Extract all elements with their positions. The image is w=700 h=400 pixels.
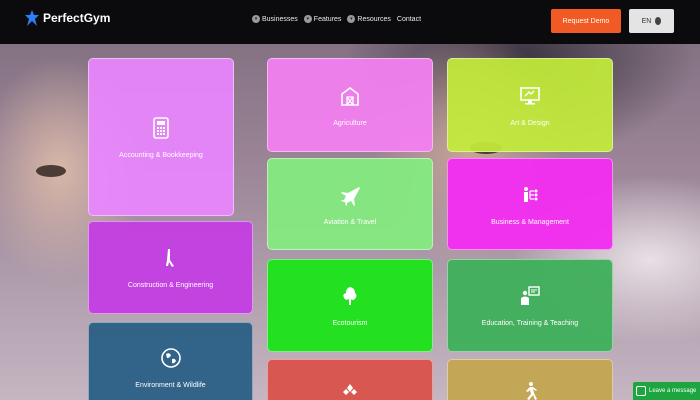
- top-navigation-bar: PerfectGym ▾ Businesses ▾ Features ▾ Res…: [0, 0, 700, 44]
- monitor-icon: [520, 86, 540, 104]
- chevron-down-icon: [655, 17, 662, 25]
- card-art-design[interactable]: Art & Design: [447, 58, 613, 152]
- runner-icon: [526, 382, 537, 400]
- card-ecotourism[interactable]: Ecotourism: [267, 259, 433, 352]
- card-label: Accounting & Bookkeeping: [119, 151, 203, 159]
- card-agriculture[interactable]: Agriculture: [267, 58, 433, 152]
- card-sports[interactable]: [447, 359, 613, 400]
- chat-bubble-icon: [636, 386, 646, 396]
- globe-icon: [160, 347, 181, 368]
- tree-icon: [343, 287, 357, 305]
- card-label: Art & Design: [510, 119, 550, 127]
- card-label: Education, Training & Teaching: [481, 320, 579, 327]
- language-selector[interactable]: EN: [629, 9, 674, 33]
- card-aviation[interactable]: Aviation & Travel: [267, 158, 433, 250]
- nav-label: Features: [313, 15, 342, 23]
- chevron-down-icon: ▾: [303, 15, 312, 23]
- card-health[interactable]: [267, 359, 433, 400]
- card-label: Business & Management: [491, 218, 569, 226]
- card-business[interactable]: Business & Management: [447, 158, 613, 250]
- nav-businesses[interactable]: ▾ Businesses: [252, 15, 298, 23]
- chevron-down-icon: ▾: [347, 15, 356, 23]
- nav-contact[interactable]: Contact: [397, 16, 421, 23]
- airplane-icon: [341, 186, 360, 206]
- barn-icon: [341, 86, 359, 106]
- card-accounting[interactable]: Accounting & Bookkeeping: [88, 58, 234, 216]
- main-nav: ▾ Businesses ▾ Features ▾ Resources Cont…: [252, 15, 421, 23]
- nav-label: Businesses: [262, 15, 298, 23]
- presentation-icon: [521, 286, 540, 305]
- card-label: Environment & Wildlife: [135, 381, 206, 389]
- nav-features[interactable]: ▾ Features: [303, 15, 342, 23]
- card-label: Aviation & Travel: [323, 218, 377, 226]
- card-label: Agriculture: [333, 119, 367, 127]
- nav-resources[interactable]: ▾ Resources: [347, 15, 391, 23]
- card-label: Construction & Engineering: [127, 282, 214, 289]
- nav-label: Resources: [357, 15, 391, 23]
- org-chart-icon: [524, 186, 538, 202]
- nav-label: Contact: [396, 15, 422, 23]
- brand-name: PerfectGym: [43, 11, 111, 25]
- card-environment[interactable]: Environment & Wildlife: [88, 322, 253, 400]
- perfectgym-logo[interactable]: PerfectGym: [25, 10, 110, 26]
- card-education[interactable]: Education, Training & Teaching: [447, 259, 613, 352]
- star-logo-icon: [25, 10, 39, 26]
- chevron-down-icon: ▾: [252, 15, 260, 23]
- card-label: Ecotourism: [332, 320, 368, 327]
- request-demo-button[interactable]: Request Demo: [551, 9, 621, 33]
- people-icon: [343, 384, 357, 395]
- language-label: EN: [641, 17, 652, 25]
- calculator-icon: [153, 116, 169, 139]
- leave-message-widget[interactable]: Leave a message: [633, 382, 700, 400]
- crane-icon: [165, 249, 174, 267]
- chat-label: Leave a message: [649, 388, 697, 394]
- card-construction[interactable]: Construction & Engineering: [88, 221, 253, 314]
